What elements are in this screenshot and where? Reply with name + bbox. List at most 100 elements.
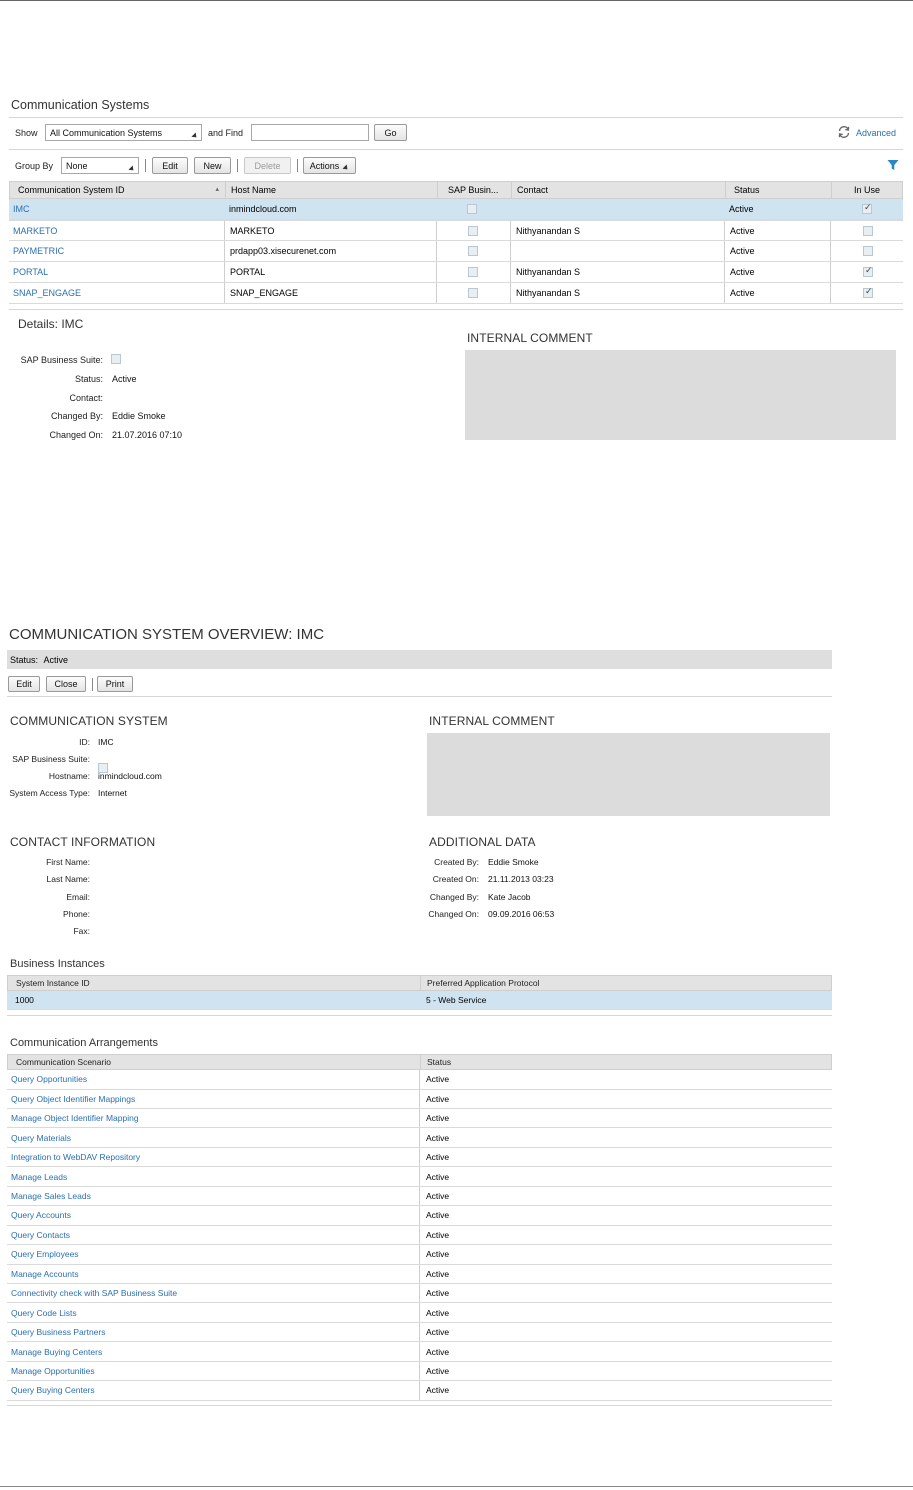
sap-business-suite-cell: [436, 199, 510, 219]
column-header-status[interactable]: Status: [420, 1055, 833, 1069]
table-row[interactable]: Query Contacts Active: [7, 1225, 832, 1246]
arrangements-title: Communication Arrangements: [10, 1037, 158, 1049]
status-bar: Status: Active: [7, 650, 832, 669]
scenario-link[interactable]: Manage Leads: [7, 1167, 419, 1186]
in-use-cell: [830, 221, 903, 240]
scenario-link[interactable]: Query Materials: [7, 1128, 419, 1147]
internal-comment-title: INTERNAL COMMENT: [467, 331, 593, 345]
go-button[interactable]: Go: [374, 124, 407, 141]
scenario-link[interactable]: Manage Accounts: [7, 1265, 419, 1284]
scenario-link[interactable]: Manage Sales Leads: [7, 1187, 419, 1206]
table-row[interactable]: Query Accounts Active: [7, 1206, 832, 1226]
table-row[interactable]: IMC inmindcloud.com Active: [9, 199, 903, 220]
sap-business-suite-cell: [436, 262, 510, 282]
overview-print-button[interactable]: Print: [97, 676, 133, 692]
in-use-checkbox: [862, 202, 872, 214]
column-header-host-name[interactable]: Host Name: [225, 182, 437, 198]
table-row[interactable]: Query Business Partners Active: [7, 1322, 832, 1343]
table-row[interactable]: Manage Leads Active: [7, 1167, 832, 1187]
internal-comment-box[interactable]: [465, 350, 896, 440]
edit-button[interactable]: Edit: [152, 157, 188, 174]
overview-internal-comment-box[interactable]: [427, 733, 830, 816]
created-on-label: Created On:: [432, 874, 479, 884]
status-cell: Active: [419, 1283, 832, 1303]
scenario-link[interactable]: Query Opportunities: [7, 1070, 419, 1089]
scenario-link[interactable]: Manage Buying Centers: [7, 1342, 419, 1361]
column-header-system-instance-id[interactable]: System Instance ID: [8, 976, 420, 990]
created-by-link[interactable]: Eddie Smoke: [488, 857, 539, 867]
table-row[interactable]: Manage Sales Leads Active: [7, 1186, 832, 1207]
status-cell: Active: [419, 1186, 832, 1206]
in-use-cell: [830, 283, 903, 303]
filter-icon[interactable]: [887, 159, 899, 171]
find-input[interactable]: [251, 124, 369, 141]
system-id-link[interactable]: MARKETO: [9, 221, 224, 240]
column-header-preferred-protocol[interactable]: Preferred Application Protocol: [420, 976, 833, 990]
scenario-link[interactable]: Query Code Lists: [7, 1303, 419, 1322]
scenario-link[interactable]: Query Contacts: [7, 1226, 419, 1245]
changed-by-link[interactable]: Kate Jacob: [488, 892, 531, 902]
table-row[interactable]: Query Object Identifier Mappings Active: [7, 1089, 832, 1109]
table-row[interactable]: Query Materials Active: [7, 1128, 832, 1148]
column-header-communication-scenario[interactable]: Communication Scenario: [8, 1055, 420, 1069]
table-row[interactable]: Connectivity check with SAP Business Sui…: [7, 1283, 832, 1304]
show-select[interactable]: All Communication Systems: [45, 124, 202, 141]
column-header-sap-business-suite[interactable]: SAP Busin...: [437, 182, 511, 198]
column-header-in-use[interactable]: In Use: [831, 182, 904, 198]
table-row[interactable]: 1000 5 - Web Service: [7, 991, 832, 1010]
toolbar-separator: [145, 159, 146, 172]
status-cell: Active: [419, 1089, 832, 1108]
table-row[interactable]: Manage Object Identifier Mapping Active: [7, 1108, 832, 1129]
scenario-link[interactable]: Integration to WebDAV Repository: [7, 1148, 419, 1167]
status-label: Status:: [74, 374, 103, 384]
group-by-select[interactable]: None: [61, 157, 139, 174]
changed-by-link[interactable]: Eddie Smoke: [112, 411, 166, 421]
scenario-link[interactable]: Manage Object Identifier Mapping: [7, 1109, 419, 1128]
advanced-search-link[interactable]: Advanced: [856, 128, 896, 138]
table-row[interactable]: Query Employees Active: [7, 1245, 832, 1265]
scenario-link[interactable]: Query Accounts: [7, 1206, 419, 1225]
delete-button[interactable]: Delete: [244, 157, 291, 174]
table-row[interactable]: Manage Opportunities Active: [7, 1361, 832, 1382]
system-id-link[interactable]: PORTAL: [9, 262, 224, 282]
table-row[interactable]: Query Code Lists Active: [7, 1303, 832, 1323]
table-row[interactable]: Query Opportunities Active: [7, 1070, 832, 1090]
scenario-link[interactable]: Query Business Partners: [7, 1323, 419, 1342]
overview-edit-button[interactable]: Edit: [8, 676, 40, 692]
table-row[interactable]: PAYMETRIC prdapp03.xisecurenet.com Activ…: [9, 241, 903, 262]
column-header-contact[interactable]: Contact: [511, 182, 725, 198]
status-cell: Active: [419, 1147, 832, 1167]
status-cell: Active: [724, 262, 830, 282]
sap-business-suite-checkbox: [468, 246, 478, 256]
system-id-link[interactable]: PAYMETRIC: [9, 241, 224, 261]
table-row[interactable]: Query Buying Centers Active: [7, 1381, 832, 1401]
system-id-link[interactable]: IMC: [9, 199, 224, 219]
scenario-link[interactable]: Connectivity check with SAP Business Sui…: [7, 1284, 419, 1303]
column-header-system-id[interactable]: Communication System ID ▴: [10, 182, 225, 198]
in-use-checkbox: [863, 265, 873, 277]
sap-business-suite-cell: [436, 221, 510, 240]
scenario-link[interactable]: Manage Opportunities: [7, 1362, 419, 1381]
scenario-link[interactable]: Query Object Identifier Mappings: [7, 1089, 419, 1108]
scenario-link[interactable]: Query Employees: [7, 1245, 419, 1264]
table-row[interactable]: PORTAL PORTAL Nithyanandan S Active: [9, 262, 903, 283]
overview-close-button[interactable]: Close: [46, 676, 86, 692]
scenario-link[interactable]: Query Buying Centers: [7, 1381, 419, 1400]
table-row[interactable]: MARKETO MARKETO Nithyanandan S Active: [9, 220, 903, 241]
changed-on-label: Changed On:: [49, 430, 103, 440]
table-row[interactable]: Integration to WebDAV Repository Active: [7, 1147, 832, 1168]
sap-business-suite-checkbox: [468, 225, 478, 236]
arrangements-header: Communication Scenario Status: [7, 1054, 832, 1070]
contact-cell: Nithyanandan S: [510, 262, 724, 282]
overview-internal-comment-title: INTERNAL COMMENT: [429, 714, 555, 728]
system-id-link[interactable]: SNAP_ENGAGE: [9, 283, 224, 303]
actions-menu-button[interactable]: Actions: [303, 157, 356, 174]
overview-title: COMMUNICATION SYSTEM OVERVIEW: IMC: [9, 626, 325, 643]
refresh-icon[interactable]: [837, 125, 851, 139]
new-button[interactable]: New: [194, 157, 231, 174]
table-row[interactable]: Manage Buying Centers Active: [7, 1342, 832, 1362]
sap-business-suite-checkbox: [467, 204, 477, 214]
table-row[interactable]: Manage Accounts Active: [7, 1264, 832, 1284]
column-header-status[interactable]: Status: [725, 182, 831, 198]
table-row[interactable]: SNAP_ENGAGE SNAP_ENGAGE Nithyanandan S A…: [9, 283, 903, 304]
